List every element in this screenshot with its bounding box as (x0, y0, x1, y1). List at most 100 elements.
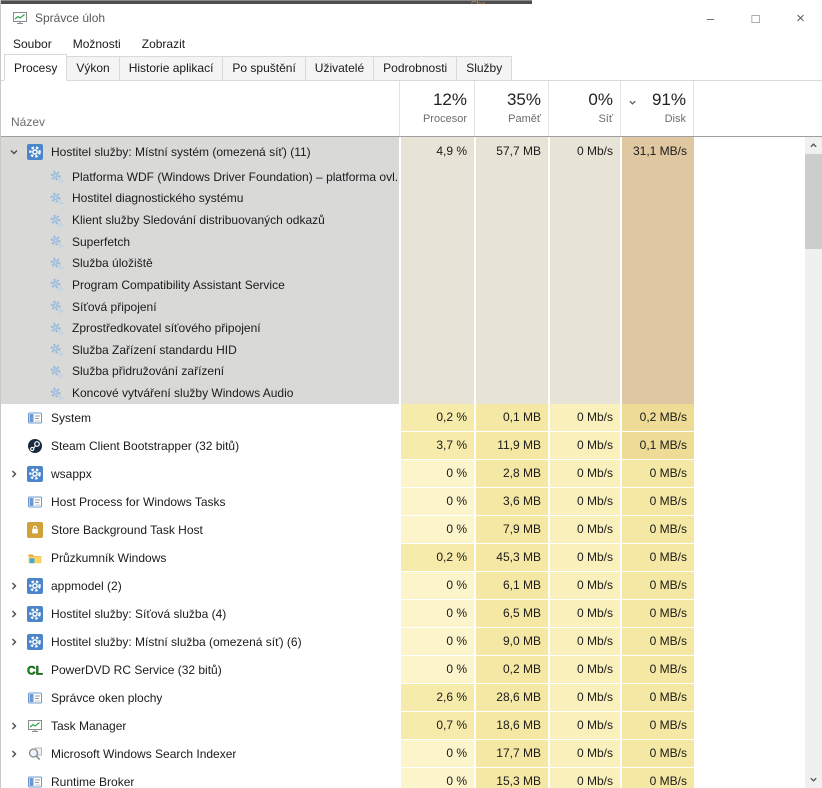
process-row-system[interactable]: System0,2 %0,1 MB0 Mb/s0,2 MB/s (1, 404, 806, 432)
tab-historie-aplikaci[interactable]: Historie aplikací (119, 56, 224, 80)
minimize-button[interactable]: – (688, 4, 733, 32)
column-header-net[interactable]: 0%Síť (548, 81, 620, 136)
service-name: Služba Zařízení standardu HID (72, 343, 237, 357)
column-header-name[interactable]: Název (11, 115, 45, 129)
process-row-wsappx[interactable]: wsappx0 %2,8 MB0 Mb/s0 MB/s (1, 460, 806, 488)
subgear-icon (49, 277, 64, 293)
scrollbar[interactable] (805, 137, 822, 788)
process-row-runtime-broker[interactable]: Runtime Broker0 %15,3 MB0 Mb/s0 MB/s (1, 768, 806, 788)
window-title: Správce úloh (35, 11, 105, 25)
service-row-sluzba-pridruzovani-zarizeni[interactable]: Služba přidružování zařízení (1, 361, 399, 383)
service-row-sitova-pripojeni[interactable]: Síťová připojení (1, 296, 399, 318)
mem-cell: 3,6 MB (474, 488, 548, 516)
menu-soubor[interactable]: Soubor (11, 34, 54, 54)
service-name: Program Compatibility Assistant Service (72, 278, 285, 292)
cpu-cell: 0 % (399, 768, 474, 788)
net-cell: 0 Mb/s (548, 544, 620, 572)
service-row-superfetch[interactable]: Superfetch (1, 231, 399, 253)
maximize-button[interactable]: □ (733, 4, 778, 32)
mem-cell: 6,5 MB (474, 600, 548, 628)
cpu-cell: 0 % (399, 488, 474, 516)
process-row-appmodel-2[interactable]: appmodel (2)0 %6,1 MB0 Mb/s0 MB/s (1, 572, 806, 600)
disk-cell: 0 MB/s (620, 712, 694, 740)
tab-sluzby[interactable]: Služby (456, 56, 512, 80)
tab-uzivatele[interactable]: Uživatelé (305, 56, 374, 80)
column-percent: 35% (482, 90, 541, 110)
expand-chevron-icon[interactable] (1, 749, 27, 759)
process-name: Host Process for Windows Tasks (51, 495, 226, 509)
cpu-cell: 0 % (399, 572, 474, 600)
disk-cell: 0 MB/s (620, 488, 694, 516)
process-name: appmodel (2) (51, 579, 122, 593)
process-row-host-process-for-windows-tasks[interactable]: Host Process for Windows Tasks 0 %3,6 MB 0… (1, 488, 806, 516)
process-row-hostitel-sluzby-sitova-sluzba-4[interactable]: Hostitel služby: Síťová služba (4)0 %6,5… (1, 600, 806, 628)
process-name-cell: Host Process for Windows Tasks (1, 488, 399, 516)
disk-cell: 31,1 MB/s (620, 137, 694, 404)
close-button[interactable]: × (778, 4, 822, 32)
tab-po-spusteni[interactable]: Po spuštění (222, 56, 305, 80)
service-row-hostitel-diagnostickeho-systemu[interactable]: Hostitel diagnostického systému (1, 188, 399, 210)
process-row-microsoft-windows-search-indexer[interactable]: Microsoft Windows Search Indexer0 %17,7 … (1, 740, 806, 768)
group-parent-row[interactable]: Hostitel služby: Místní systém (omezená … (1, 137, 399, 166)
cpu-cell: 0 % (399, 600, 474, 628)
mem-cell: 45,3 MB (474, 544, 548, 572)
cpu-cell: 0 % (399, 628, 474, 656)
mem-cell: 17,7 MB (474, 740, 548, 768)
expand-chevron-icon[interactable] (1, 609, 27, 619)
group-children: Platforma WDF (Windows Driver Foundation… (1, 166, 399, 404)
process-row-powerdvd-rc-service-32-bitu[interactable]: CLPowerDVD RC Service (32 bitů)0 %0,2 MB… (1, 656, 806, 684)
column-header-cpu[interactable]: 12%Procesor (399, 81, 474, 136)
process-row-task-manager[interactable]: Task Manager0,7 %18,6 MB0 Mb/s0 MB/s (1, 712, 806, 740)
net-cell: 0 Mb/s (548, 572, 620, 600)
expand-chevron-icon[interactable] (1, 637, 27, 647)
mem-cell: 6,1 MB (474, 572, 548, 600)
service-name: Platforma WDF (Windows Driver Foundation… (72, 170, 399, 184)
service-row-sluzba-zarizeni-standardu-hid[interactable]: Služba Zařízení standardu HID (1, 339, 399, 361)
process-row-steam-client-bootstrapper-32-bitu[interactable]: Steam Client Bootstrapper (32 bitů)3,7 %… (1, 432, 806, 460)
window-icon (27, 410, 43, 426)
menu-zobrazit[interactable]: Zobrazit (140, 34, 187, 54)
net-cell: 0 Mb/s (548, 684, 620, 712)
mem-cell: 0,1 MB (474, 404, 548, 432)
service-row-koncove-vytvareni-sluzby-windows-audio[interactable]: Koncové vytváření služby Windows Audio (1, 382, 399, 404)
process-name-cell: CLPowerDVD RC Service (32 bitů) (1, 656, 399, 684)
scrollbar-up-button[interactable] (805, 137, 822, 154)
process-row-spravce-oken-plochy[interactable]: Správce oken plochy2,6 %28,6 MB0 Mb/s0 M… (1, 684, 806, 712)
scrollbar-down-button[interactable] (805, 771, 822, 788)
svg-text:CL: CL (27, 663, 43, 677)
service-name: Koncové vytváření služby Windows Audio (72, 386, 293, 400)
subgear-icon (49, 342, 64, 358)
column-header-mem[interactable]: 35%Paměť (474, 81, 548, 136)
service-row-platforma-wdf-windows-driver-foundation-[interactable]: Platforma WDF (Windows Driver Foundation… (1, 166, 399, 188)
titlebar: Správce úloh –□× (1, 4, 822, 32)
tab-procesy[interactable]: Procesy (4, 54, 67, 81)
process-name-cell: wsappx (1, 460, 399, 488)
service-row-program-compatibility-assistant-service[interactable]: Program Compatibility Assistant Service (1, 274, 399, 296)
expand-chevron-icon[interactable] (1, 469, 27, 479)
process-row-store-background-task-host[interactable]: Store Background Task Host0 %7,9 MB0 Mb/… (1, 516, 806, 544)
disk-cell: 0 MB/s (620, 656, 694, 684)
process-row-hostitel-sluzby-mistni-sluzba-omezena-si[interactable]: Hostitel služby: Místní služba (omezená … (1, 628, 806, 656)
tab-vykon[interactable]: Výkon (66, 56, 119, 80)
expand-chevron-icon[interactable] (1, 581, 27, 591)
process-name-cell: Průzkumník Windows (1, 544, 399, 572)
process-row-pruzkumnik-windows[interactable]: Průzkumník Windows0,2 %45,3 MB0 Mb/s0 MB… (1, 544, 806, 572)
tab-podrobnosti[interactable]: Podrobnosti (373, 56, 457, 80)
menu-moznosti[interactable]: Možnosti (71, 34, 123, 54)
process-name: System (51, 411, 91, 425)
net-cell: 0 Mb/s (548, 628, 620, 656)
service-row-zprostredkovatel-sitoveho-pripojeni[interactable]: Zprostředkovatel síťového připojení (1, 317, 399, 339)
service-row-sluzba-uloziste[interactable]: Služba úložiště (1, 253, 399, 275)
net-cell: 0 Mb/s (548, 460, 620, 488)
expand-chevron-icon[interactable] (1, 721, 27, 731)
service-name: Superfetch (72, 235, 130, 249)
subgear-icon (49, 169, 64, 185)
collapse-chevron-icon[interactable] (1, 147, 27, 157)
disk-cell: 0 MB/s (620, 460, 694, 488)
subgear-icon (49, 385, 64, 401)
scrollbar-thumb[interactable] (805, 154, 822, 249)
service-row-klient-sluzby-sledovani-distribuovanych-[interactable]: Klient služby Sledování distribuovaných … (1, 209, 399, 231)
column-header-disk[interactable]: 91%Disk (620, 81, 694, 136)
taskmgr-icon (27, 718, 43, 734)
column-label: Síť (556, 113, 613, 125)
